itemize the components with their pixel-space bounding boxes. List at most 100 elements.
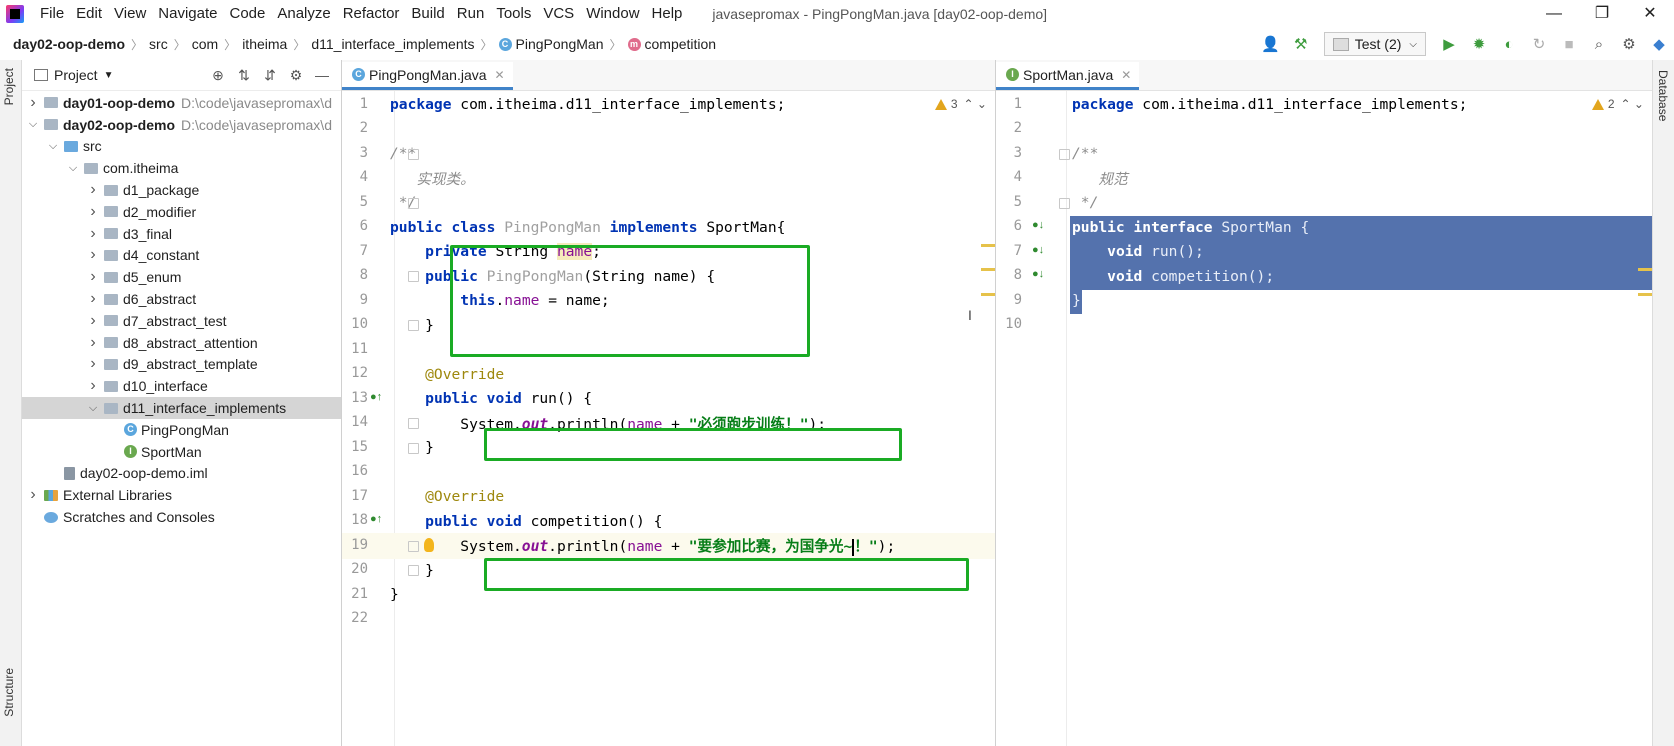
- implements-method-icon[interactable]: ●↑: [370, 391, 382, 403]
- gear-icon[interactable]: ⚙: [283, 67, 309, 84]
- warnings-indicator[interactable]: 3 ⌃ ⌄: [934, 91, 987, 117]
- tree-item[interactable]: › d1_package: [22, 179, 341, 201]
- run-icon[interactable]: ▶: [1436, 35, 1462, 53]
- tree-item[interactable]: day02-oop-demo.iml: [22, 463, 341, 485]
- chevron-right-icon[interactable]: ›: [86, 290, 100, 308]
- chevron-right-icon[interactable]: ›: [86, 203, 100, 221]
- error-stripe-marker[interactable]: [1638, 268, 1652, 271]
- tree-item[interactable]: › d2_modifier: [22, 201, 341, 223]
- debug-icon[interactable]: ✹: [1466, 35, 1492, 53]
- menu-help[interactable]: Help: [646, 0, 689, 28]
- tree-item[interactable]: › day01-oop-demo D:\code\javasepromax\d: [22, 92, 341, 114]
- tree-item[interactable]: Scratches and Consoles: [22, 506, 341, 528]
- chevron-right-icon[interactable]: ›: [86, 312, 100, 330]
- fold-marker-icon[interactable]: [408, 320, 419, 331]
- error-stripe-marker[interactable]: [981, 293, 995, 296]
- menu-view[interactable]: View: [108, 0, 152, 28]
- menu-file[interactable]: File: [34, 0, 70, 28]
- menu-navigate[interactable]: Navigate: [152, 0, 223, 28]
- warnings-indicator[interactable]: 2 ⌃ ⌄: [1591, 91, 1644, 117]
- chevron-right-icon[interactable]: ›: [86, 377, 100, 395]
- navigate-arrows-icon[interactable]: ⌃ ⌄: [1621, 97, 1644, 111]
- close-tab-icon[interactable]: ✕: [1121, 68, 1131, 82]
- close-window-button[interactable]: ✕: [1626, 0, 1674, 28]
- chevron-right-icon[interactable]: ›: [86, 225, 100, 243]
- tree-item[interactable]: C PingPongMan: [22, 419, 341, 441]
- code-area-left[interactable]: 1 package com.itheima.d11_interface_imple…: [342, 91, 995, 746]
- menu-refactor[interactable]: Refactor: [337, 0, 406, 28]
- tree-item[interactable]: ⌵ day02-oop-demo D:\code\javasepromax\d: [22, 114, 341, 136]
- project-view-selector[interactable]: Project ▼: [34, 67, 113, 83]
- chevron-right-icon[interactable]: ›: [26, 94, 40, 112]
- locate-icon[interactable]: ⊕: [205, 67, 231, 84]
- menu-window[interactable]: Window: [580, 0, 645, 28]
- error-stripe-marker[interactable]: [981, 244, 995, 247]
- implements-method-icon[interactable]: ●↑: [370, 513, 382, 525]
- breadcrumb-item[interactable]: com: [189, 36, 221, 52]
- chevron-down-icon[interactable]: ⌵: [86, 402, 100, 415]
- chevron-right-icon[interactable]: ›: [86, 268, 100, 286]
- tree-item[interactable]: › d3_final: [22, 223, 341, 245]
- menu-tools[interactable]: Tools: [490, 0, 537, 28]
- chevron-right-icon[interactable]: ›: [86, 355, 100, 373]
- tree-item[interactable]: ⌵ d11_interface_implements: [22, 397, 341, 419]
- breadcrumb-item[interactable]: day02-oop-demo: [0, 36, 128, 52]
- navigate-arrows-icon[interactable]: ⌃ ⌄: [964, 97, 987, 111]
- chevron-down-icon[interactable]: ⌵: [26, 118, 40, 131]
- tree-item[interactable]: ⌵ com.itheima: [22, 157, 341, 179]
- fold-marker-icon[interactable]: [408, 271, 419, 282]
- tab-sportman[interactable]: I SportMan.java ✕: [996, 62, 1140, 90]
- error-stripe-marker[interactable]: [1638, 293, 1652, 296]
- breadcrumb-item[interactable]: src: [146, 36, 171, 52]
- minimize-button[interactable]: —: [1530, 0, 1578, 28]
- error-stripe-marker[interactable]: [981, 268, 995, 271]
- stop-icon[interactable]: ■: [1556, 36, 1582, 53]
- tree-item[interactable]: › d7_abstract_test: [22, 310, 341, 332]
- chevron-right-icon[interactable]: ›: [86, 334, 100, 352]
- profile-icon[interactable]: ↻: [1526, 35, 1552, 53]
- tree-item[interactable]: › d8_abstract_attention: [22, 332, 341, 354]
- breadcrumb-item[interactable]: C PingPongMan: [496, 36, 607, 52]
- implemented-icon[interactable]: ●↓: [1032, 219, 1044, 231]
- build-hammer-icon[interactable]: ⚒: [1288, 35, 1314, 53]
- code-area-right[interactable]: 1 package com.itheima.d11_interface_imple…: [996, 91, 1652, 746]
- implemented-icon[interactable]: ●↓: [1032, 268, 1044, 280]
- tree-item[interactable]: › d6_abstract: [22, 288, 341, 310]
- user-icon[interactable]: 👤: [1258, 35, 1284, 53]
- chevron-right-icon[interactable]: ›: [86, 181, 100, 199]
- menu-vcs[interactable]: VCS: [537, 0, 580, 28]
- tree-item[interactable]: › External Libraries: [22, 484, 341, 506]
- menu-run[interactable]: Run: [451, 0, 491, 28]
- tree-item[interactable]: › d10_interface: [22, 375, 341, 397]
- fold-marker-icon[interactable]: [1059, 148, 1070, 160]
- restore-button[interactable]: ❐: [1578, 0, 1626, 28]
- implemented-icon[interactable]: ●↓: [1032, 244, 1044, 256]
- run-configuration-select[interactable]: Test (2) ⌵: [1323, 32, 1426, 56]
- project-tool-tab[interactable]: Project: [2, 68, 16, 105]
- structure-tool-tab[interactable]: Structure: [2, 668, 16, 717]
- tree-item[interactable]: › d4_constant: [22, 245, 341, 267]
- expand-all-icon[interactable]: ⇅: [231, 67, 257, 84]
- menu-code[interactable]: Code: [223, 0, 271, 28]
- breadcrumb-item[interactable]: m competition: [625, 36, 720, 52]
- intention-bulb-icon[interactable]: [424, 537, 434, 552]
- settings-gear-icon[interactable]: ⚙: [1616, 35, 1642, 53]
- close-tab-icon[interactable]: ✕: [495, 68, 505, 82]
- chevron-down-icon[interactable]: ⌵: [66, 162, 80, 175]
- tree-item[interactable]: › d5_enum: [22, 266, 341, 288]
- tree-item[interactable]: › d9_abstract_template: [22, 354, 341, 376]
- chevron-right-icon[interactable]: ›: [86, 246, 100, 264]
- breadcrumb-item[interactable]: d11_interface_implements: [308, 36, 477, 52]
- fold-marker-icon[interactable]: [1059, 197, 1070, 209]
- fold-marker-icon[interactable]: [408, 565, 419, 576]
- chevron-right-icon[interactable]: ›: [26, 486, 40, 504]
- fold-marker-icon[interactable]: [408, 197, 419, 209]
- fold-marker-icon[interactable]: [408, 442, 419, 454]
- tab-pingpongman[interactable]: C PingPongMan.java ✕: [342, 62, 513, 90]
- toolbox-icon[interactable]: ◆: [1646, 35, 1672, 53]
- database-tool-tab[interactable]: Database: [1656, 70, 1670, 121]
- collapse-all-icon[interactable]: ⇵: [257, 67, 283, 84]
- fold-marker-icon[interactable]: [408, 148, 419, 160]
- menu-analyze[interactable]: Analyze: [271, 0, 336, 28]
- tree-item[interactable]: ⌵ src: [22, 136, 341, 158]
